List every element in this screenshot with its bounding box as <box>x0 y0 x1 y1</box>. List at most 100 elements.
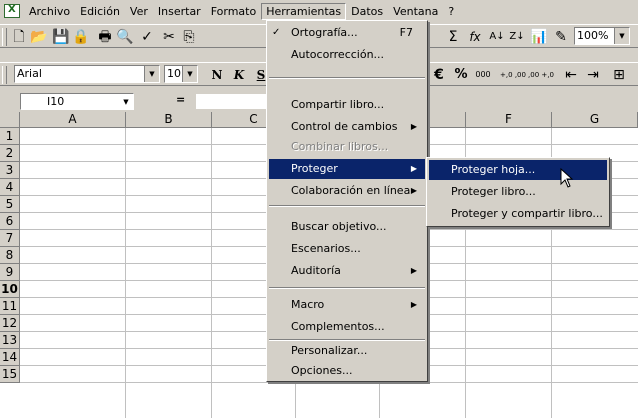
row-header-15[interactable]: 15 <box>0 366 20 383</box>
menu-item-compartir-libro[interactable]: Compartir libro... <box>269 95 425 115</box>
menu-item-label: Proteger <box>291 162 338 175</box>
menu-separator <box>269 287 425 289</box>
menu-item-label: Compartir libro... <box>291 98 385 111</box>
toolbar-grip[interactable] <box>2 28 7 46</box>
menu-item-proteger-libro[interactable]: Proteger libro... <box>429 182 607 202</box>
shortcut-label: F7 <box>399 26 413 39</box>
increase-decimal-button[interactable]: +,0 ,00 <box>500 66 526 84</box>
formula-input[interactable] <box>196 94 266 109</box>
chevron-down-icon[interactable]: ▼ <box>144 66 159 82</box>
font-select[interactable]: Arial ▼ <box>14 65 160 83</box>
menu-item-label: Personalizar... <box>291 344 368 357</box>
row-header-2[interactable]: 2 <box>0 145 20 162</box>
row-header-1[interactable]: 1 <box>0 128 20 145</box>
row-header-7[interactable]: 7 <box>0 230 20 247</box>
open-icon[interactable]: 📂 <box>30 28 48 46</box>
menu-insertar[interactable]: Insertar <box>153 3 206 20</box>
menu-item-escenarios[interactable]: Escenarios... <box>269 239 425 259</box>
print-preview-icon[interactable]: 🔍 <box>116 28 134 46</box>
decrease-decimal-button[interactable]: ,00 +,0 <box>528 66 554 84</box>
permission-icon[interactable]: 🔒 <box>72 28 90 46</box>
borders-icon[interactable]: ⊞ <box>610 66 628 84</box>
menu-item-buscar-objetivo[interactable]: Buscar objetivo... <box>269 217 425 237</box>
column-header-g[interactable]: G <box>552 112 638 128</box>
menu-item-complementos[interactable]: Complementos... <box>269 317 425 337</box>
menu-item-label: Combinar libros... <box>291 140 389 153</box>
select-all-corner[interactable] <box>0 112 20 128</box>
row-header-10[interactable]: 10 <box>0 281 20 298</box>
row-header-3[interactable]: 3 <box>0 162 20 179</box>
drawing-icon[interactable]: ✎ <box>552 28 570 46</box>
percent-button[interactable]: % <box>452 66 470 84</box>
spelling-icon[interactable]: ✓ <box>138 28 156 46</box>
menu-item-autocorreccion[interactable]: Autocorrección... <box>269 45 425 65</box>
menu-archivo[interactable]: Archivo <box>24 3 75 20</box>
increase-indent-icon[interactable]: ⇥ <box>584 66 602 84</box>
grid-line <box>125 128 126 418</box>
menu-item-macro[interactable]: Macro ▶ <box>269 295 425 315</box>
menu-ventana[interactable]: Ventana <box>388 3 443 20</box>
row-header-12[interactable]: 12 <box>0 315 20 332</box>
row-header-6[interactable]: 6 <box>0 213 20 230</box>
name-box-value: I10 <box>47 95 65 108</box>
new-icon[interactable]: 🗋 <box>10 28 28 46</box>
zoom-value: 100% <box>577 29 609 42</box>
submenu-arrow-icon: ▶ <box>410 266 417 275</box>
menu-item-label: Proteger hoja... <box>451 163 536 176</box>
thousands-button[interactable]: 000 <box>474 66 492 84</box>
copy-icon[interactable]: ⎘ <box>180 28 198 46</box>
column-header-b[interactable]: B <box>126 112 212 128</box>
sort-asc-icon[interactable]: A↓ <box>488 28 506 46</box>
row-header-13[interactable]: 13 <box>0 332 20 349</box>
menu-item-label: Buscar objetivo... <box>291 220 387 233</box>
sum-icon[interactable]: Σ <box>444 28 462 46</box>
chevron-down-icon[interactable]: ▼ <box>182 66 197 82</box>
menu-edicion[interactable]: Edición <box>75 3 125 20</box>
menu-item-proteger-hoja[interactable]: Proteger hoja... <box>429 160 607 180</box>
menu-ver[interactable]: Ver <box>125 3 153 20</box>
menu-item-proteger-compartir[interactable]: Proteger y compartir libro... <box>429 204 607 224</box>
menu-separator <box>269 205 425 207</box>
excel-document-icon[interactable] <box>4 4 20 18</box>
menu-datos[interactable]: Datos <box>346 3 388 20</box>
name-box[interactable]: I10 ▼ <box>20 93 134 110</box>
menu-formato[interactable]: Formato <box>206 3 262 20</box>
euro-button[interactable]: € <box>430 66 448 84</box>
zoom-select[interactable]: 100% ▼ <box>574 27 630 45</box>
menu-item-opciones[interactable]: Opciones... <box>269 361 425 381</box>
menu-item-auditoria[interactable]: Auditoría ▶ <box>269 261 425 281</box>
chevron-down-icon[interactable]: ▼ <box>614 28 629 44</box>
sort-desc-icon[interactable]: Z↓ <box>508 28 526 46</box>
chevron-down-icon[interactable]: ▼ <box>119 94 133 110</box>
menu-item-label: Proteger y compartir libro... <box>451 207 603 220</box>
save-icon[interactable]: 💾 <box>52 28 70 46</box>
bold-button[interactable]: N <box>208 66 226 84</box>
print-icon[interactable]: 🖶 <box>96 28 114 46</box>
menu-item-colaboracion[interactable]: Colaboración en línea ▶ <box>269 181 425 201</box>
menu-item-personalizar[interactable]: Personalizar... <box>269 341 425 361</box>
submenu-arrow-icon: ▶ <box>410 186 417 195</box>
row-header-4[interactable]: 4 <box>0 179 20 196</box>
column-header-f[interactable]: F <box>466 112 552 128</box>
menu-item-ortografia[interactable]: ✓ Ortografía... F7 <box>269 23 425 43</box>
formula-equals-icon[interactable]: = <box>176 93 192 106</box>
menu-item-control-cambios[interactable]: Control de cambios ▶ <box>269 117 425 137</box>
spelling-icon: ✓ <box>272 27 281 38</box>
menu-item-proteger[interactable]: Proteger ▶ <box>269 159 425 179</box>
column-header-a[interactable]: A <box>20 112 126 128</box>
cut-icon[interactable]: ✂ <box>160 28 178 46</box>
font-size-select[interactable]: 10 ▼ <box>164 65 198 83</box>
chart-wizard-icon[interactable]: 📊 <box>530 28 548 46</box>
row-header-14[interactable]: 14 <box>0 349 20 366</box>
menu-item-label: Auditoría <box>291 264 341 277</box>
row-header-9[interactable]: 9 <box>0 264 20 281</box>
menu-herramientas[interactable]: Herramientas <box>261 2 347 20</box>
decrease-indent-icon[interactable]: ⇤ <box>562 66 580 84</box>
italic-button[interactable]: K <box>230 66 248 84</box>
row-header-11[interactable]: 11 <box>0 298 20 315</box>
toolbar-grip[interactable] <box>2 66 7 84</box>
row-header-8[interactable]: 8 <box>0 247 20 264</box>
menu-help[interactable]: ? <box>443 3 459 20</box>
function-icon[interactable]: fx <box>466 28 484 46</box>
row-header-5[interactable]: 5 <box>0 196 20 213</box>
